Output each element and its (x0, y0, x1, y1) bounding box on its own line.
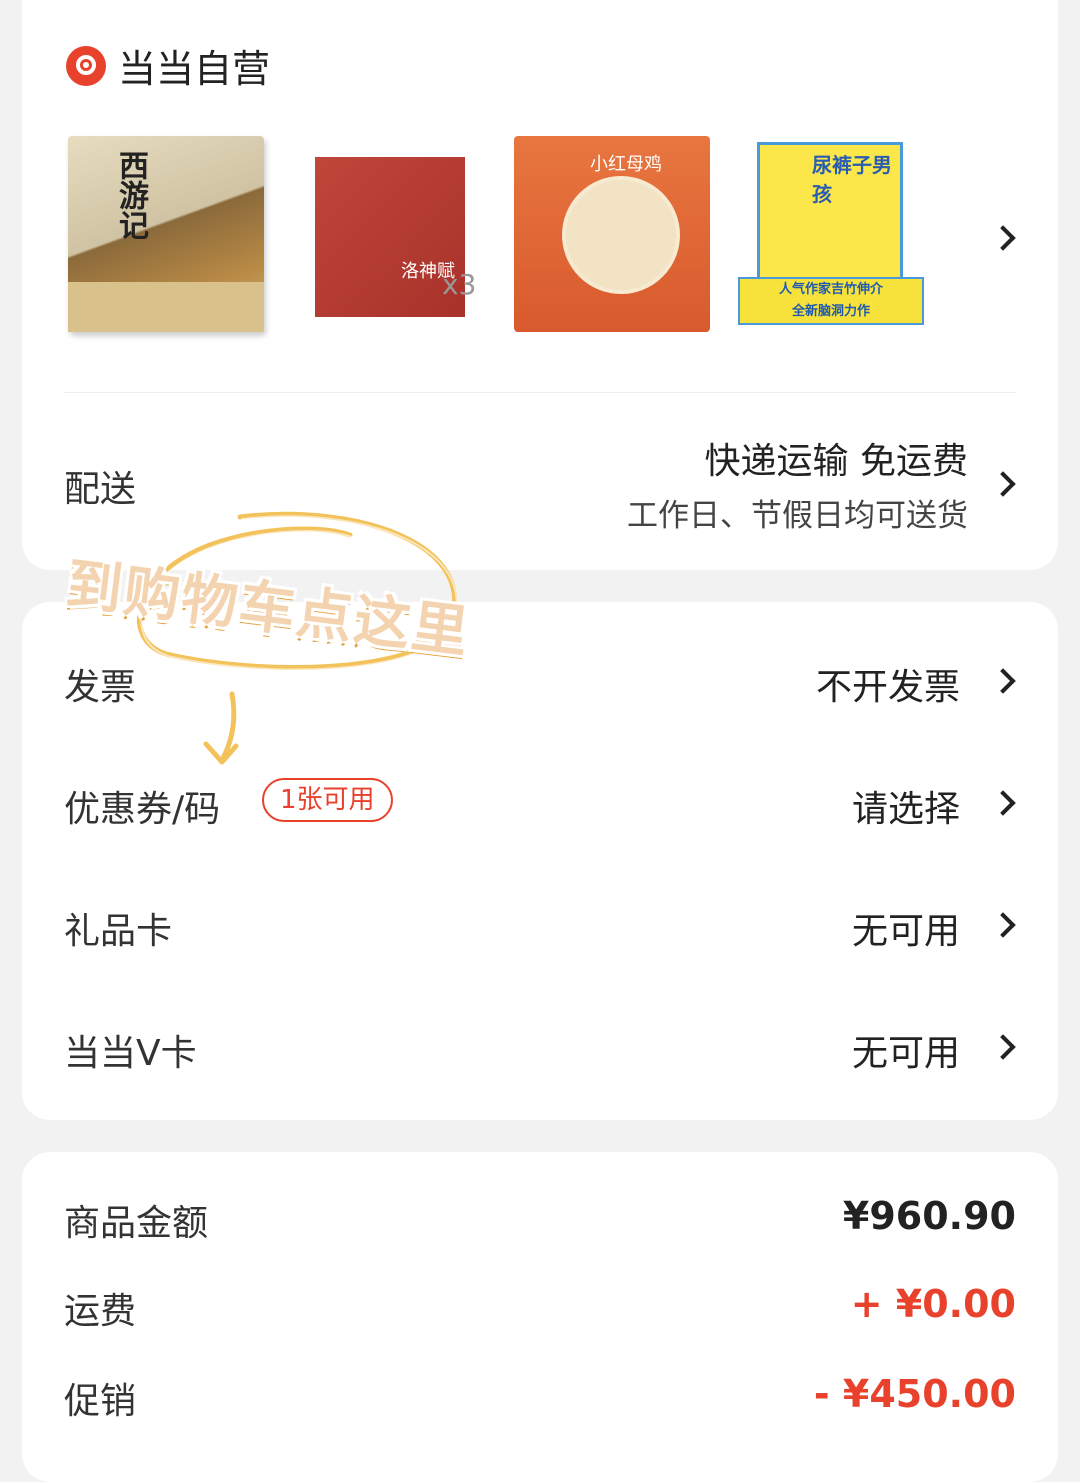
chevron-right-icon (990, 668, 1016, 694)
coupon-available-badge: 1张可用 (262, 778, 393, 822)
cover-illustration (562, 176, 680, 294)
banner-line-1: 人气作家吉竹伸介 (778, 282, 883, 297)
price-summary-card: 商品金额 ¥960.90 运费 + ¥0.00 促销 - ¥450.00 (22, 1152, 1058, 1482)
store-card: 当当自营 西游记 洛神赋 x3 小红母鸡 尿裤子男孩 人气作家吉竹伸介 全新脑洞… (22, 0, 1058, 570)
v-card-value: 无可用 (851, 1033, 960, 1074)
divider (64, 392, 1016, 393)
options-card: 发票 不开发票 优惠券/码 1张可用 请选择 礼品卡 无可用 当当V卡 无可用 (22, 602, 1058, 1120)
v-card-label: 当当V卡 (64, 1033, 197, 1074)
shipping-value: + ¥0.00 (850, 1282, 1016, 1326)
book-cover-3[interactable]: 小红母鸡 (514, 136, 710, 332)
book-title-3: 小红母鸡 (590, 154, 662, 175)
quantity-badge: x3 (442, 268, 477, 301)
book-cover-1[interactable]: 西游记 (68, 136, 264, 332)
dangdang-logo-icon (66, 45, 106, 86)
delivery-method: 快递运输 免运费 (704, 441, 968, 482)
gift-card-label: 礼品卡 (64, 911, 173, 952)
cover-banner: 人气作家吉竹伸介 全新脑洞力作 (738, 277, 924, 325)
chevron-right-icon (990, 471, 1016, 497)
promotion-value: - ¥450.00 (813, 1372, 1016, 1416)
shipping-label: 运费 (64, 1291, 137, 1332)
coupon-label: 优惠券/码 (64, 789, 221, 830)
banner-line-2: 全新脑洞力作 (791, 304, 870, 319)
book-cover-4[interactable]: 尿裤子男孩 人气作家吉竹伸介 全新脑洞力作 (738, 142, 924, 325)
delivery-schedule: 工作日、节假日均可送货 (627, 498, 968, 534)
store-name: 当当自营 (118, 47, 271, 91)
invoice-label: 发票 (64, 667, 137, 708)
cover-band (68, 282, 264, 332)
subtotal-label: 商品金额 (64, 1203, 209, 1244)
subtotal-value: ¥960.90 (842, 1194, 1016, 1238)
chevron-right-icon (990, 790, 1016, 816)
book-title-1: 西游记 (113, 150, 148, 240)
book-title-4: 尿裤子男孩 (812, 153, 892, 206)
coupon-value: 请选择 (851, 789, 960, 830)
gift-card-value: 无可用 (851, 911, 960, 952)
delivery-label: 配送 (64, 469, 137, 510)
chevron-right-icon (990, 912, 1016, 938)
annotation-arrow-icon (203, 691, 239, 765)
invoice-value: 不开发票 (815, 667, 960, 708)
book-thumbnails[interactable]: 西游记 洛神赋 x3 小红母鸡 尿裤子男孩 人气作家吉竹伸介 全新脑洞力作 (62, 130, 992, 345)
chevron-right-icon[interactable] (990, 225, 1016, 251)
store-header[interactable]: 当当自营 (66, 38, 270, 93)
promotion-label: 促销 (64, 1381, 137, 1422)
chevron-right-icon (990, 1034, 1016, 1060)
